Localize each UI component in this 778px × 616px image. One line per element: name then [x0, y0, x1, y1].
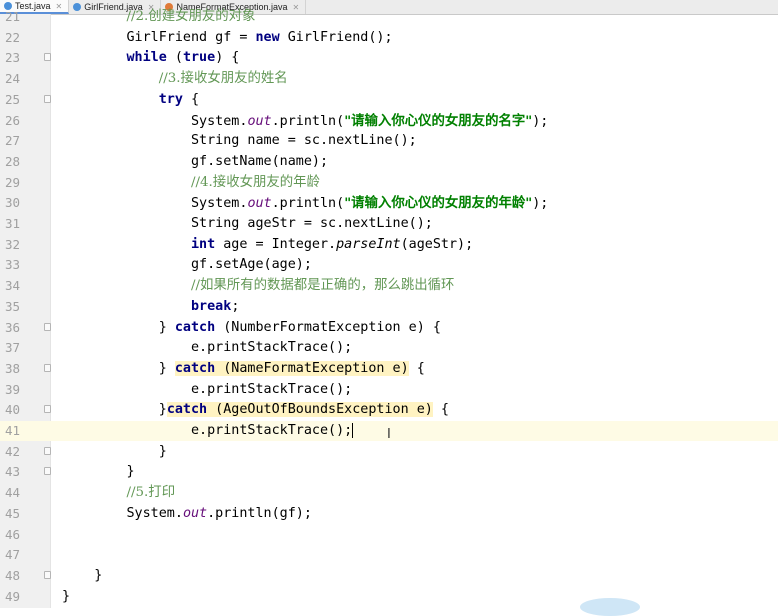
line-number: 46 [4, 526, 20, 542]
line-number: 49 [4, 588, 20, 604]
line-number: 27 [4, 133, 20, 149]
line-number: 40 [4, 402, 20, 418]
code-text: //如果所有的数据都是正确的，那么跳出循环 [191, 278, 455, 294]
fold-marker-icon[interactable] [44, 467, 51, 476]
code-text: //5.打印 [126, 485, 176, 501]
line-number: 25 [4, 91, 20, 107]
code-text: //3.接收女朋友的姓名 [158, 71, 288, 87]
code-text: e.printStackTrace(); [62, 381, 353, 397]
code-line-35[interactable]: 35 break; [0, 297, 778, 317]
line-number: 28 [4, 153, 20, 169]
line-number: 48 [4, 567, 20, 583]
code-text: int age = Integer.parseInt(ageStr); [191, 236, 474, 252]
line-number: 26 [4, 112, 20, 128]
code-line-23[interactable]: 23 while (true) { [0, 48, 778, 68]
code-text: break; [191, 298, 240, 314]
code-line-37[interactable]: 37 e.printStackTrace(); [0, 338, 778, 358]
line-number: 44 [4, 485, 20, 501]
line-number: 43 [4, 464, 20, 480]
code-line-45[interactable]: 45 System.out.println(gf); [0, 504, 778, 524]
line-number: 39 [4, 381, 20, 397]
code-line-29[interactable]: 29 //4.接收女朋友的年龄 [0, 173, 778, 193]
line-number: 30 [4, 195, 20, 211]
line-number: 34 [4, 278, 20, 294]
fold-marker-icon[interactable] [44, 53, 51, 62]
fold-marker-icon[interactable] [44, 363, 51, 372]
code-line-25[interactable]: 25 try { [0, 90, 778, 110]
line-number: 35 [4, 298, 20, 314]
code-line-34[interactable]: 34 //如果所有的数据都是正确的，那么跳出循环 [0, 276, 778, 296]
code-text: String ageStr = sc.nextLine(); [62, 216, 433, 231]
line-number: 29 [4, 174, 20, 190]
line-number: 45 [4, 505, 20, 521]
code-line-30[interactable]: 30 System.out.println("请输入你心仪的女朋友的年龄"); [0, 193, 778, 213]
code-text: e.printStackTrace(); [62, 340, 353, 356]
code-text: } catch (NumberFormatException e) { [62, 319, 441, 335]
code-line-49[interactable]: 49} [0, 587, 778, 607]
code-line-31[interactable]: 31 String ageStr = sc.nextLine(); [0, 214, 778, 234]
code-text: e.printStackTrace(); [62, 422, 354, 438]
code-line-47[interactable]: 47 [0, 545, 778, 565]
code-text: System.out.println("请输入你心仪的女朋友的年龄"); [62, 195, 549, 212]
line-number: 23 [4, 50, 20, 66]
code-text: } catch (NameFormatException e) { [62, 360, 425, 376]
code-line-44[interactable]: 44 //5.打印 [0, 483, 778, 503]
code-text: //2.创建女朋友的对象 [126, 9, 256, 24]
code-text: gf.setAge(age); [62, 257, 312, 273]
code-line-32[interactable]: 32 int age = Integer.parseInt(ageStr); [0, 235, 778, 255]
code-line-24[interactable]: 24 //3.接收女朋友的姓名 [0, 69, 778, 89]
code-line-39[interactable]: 39 e.printStackTrace(); [0, 380, 778, 400]
line-number: 33 [4, 257, 20, 273]
code-text: } [62, 464, 135, 480]
fold-marker-icon[interactable] [44, 322, 51, 331]
line-number: 24 [4, 71, 20, 87]
code-text: } [62, 443, 167, 459]
code-text: } [62, 567, 103, 583]
code-line-42[interactable]: 42 } [0, 442, 778, 462]
code-line-36[interactable]: 36 } catch (NumberFormatException e) { [0, 318, 778, 338]
code-text: } [62, 588, 71, 604]
code-line-38[interactable]: 38 } catch (NameFormatException e) { [0, 359, 778, 379]
code-line-40[interactable]: 40 }catch (AgeOutOfBoundsException e) { [0, 400, 778, 420]
text-caret [352, 422, 354, 438]
code-line-33[interactable]: 33 gf.setAge(age); [0, 255, 778, 275]
line-number: 21 [4, 9, 20, 24]
fold-marker-icon[interactable] [44, 94, 51, 103]
fold-marker-icon[interactable] [44, 405, 51, 414]
code-text: System.out.println("请输入你心仪的女朋友的名字"); [62, 112, 549, 129]
code-text: String name = sc.nextLine(); [62, 133, 417, 149]
mouse-cursor-ibeam-icon: I [387, 427, 391, 442]
code-line-46[interactable]: 46 [0, 525, 778, 545]
fold-marker-icon[interactable] [44, 446, 51, 455]
line-number: 32 [4, 236, 20, 252]
line-number: 41 [4, 423, 20, 438]
code-line-48[interactable]: 48 } [0, 566, 778, 586]
code-line-43[interactable]: 43 } [0, 462, 778, 482]
code-text: }catch (AgeOutOfBoundsException e) { [62, 402, 449, 418]
line-number: 47 [4, 547, 20, 563]
line-number: 22 [4, 29, 20, 45]
code-line-21[interactable]: 21 //2.创建女朋友的对象 [0, 7, 778, 27]
line-number: 36 [4, 319, 20, 335]
floating-widget [580, 598, 640, 616]
code-text: while (true) { [126, 50, 240, 66]
code-line-27[interactable]: 27 String name = sc.nextLine(); [0, 131, 778, 151]
fold-marker-icon[interactable] [44, 570, 51, 579]
code-text: GirlFriend gf = new GirlFriend(); [62, 29, 393, 45]
line-number: 42 [4, 443, 20, 459]
code-line-26[interactable]: 26 System.out.println("请输入你心仪的女朋友的名字"); [0, 111, 778, 131]
line-number: 31 [4, 216, 20, 231]
line-number: 37 [4, 340, 20, 356]
code-line-28[interactable]: 28 gf.setName(name); [0, 152, 778, 172]
code-text: System.out.println(gf); [62, 505, 312, 521]
code-text: gf.setName(name); [62, 153, 329, 169]
line-number: 38 [4, 360, 20, 376]
code-text: //4.接收女朋友的年龄 [191, 174, 320, 190]
code-editor[interactable]: 21 //2.创建女朋友的对象 22 GirlFriend gf = new Gi… [0, 9, 778, 608]
code-text: try { [158, 91, 200, 107]
code-line-22[interactable]: 22 GirlFriend gf = new GirlFriend(); [0, 28, 778, 48]
